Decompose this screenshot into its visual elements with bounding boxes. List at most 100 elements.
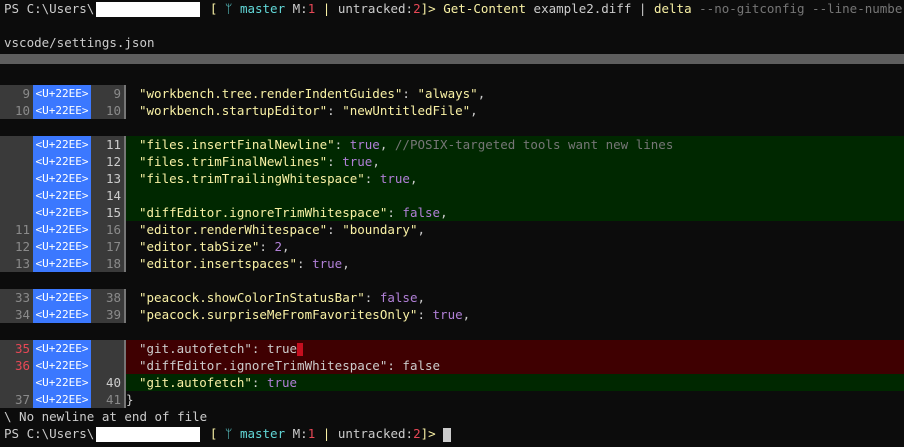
json-colon: : [327,222,343,237]
json-value: "newUntitledFile" [342,103,471,118]
json-value: true [266,375,298,390]
delta-flags: --no-gitconfig --line-numbers [699,1,904,16]
old-line-number: 37 [0,391,33,408]
code-text: "git.autofetch": true [139,340,904,357]
gutter-separator [124,136,126,153]
old-line-number: 10 [0,102,33,119]
modified-count: 1 [307,1,316,16]
diff-line-plus: <U+22EE> 14 [0,187,904,204]
diff-line-ctx: 34 <U+22EE> 39 "peacock.surpriseMeFromFavor… [0,306,904,323]
gutter-separator [124,204,126,221]
json-comment: //POSIX-targeted tools want new lines [394,137,674,152]
modified-label: M: [292,426,308,441]
old-line-number [0,170,33,187]
json-key: "editor.insertspaces" [139,256,298,271]
json-colon: : [327,154,343,169]
modified-count: 1 [307,426,316,441]
gutter-separator [124,374,126,391]
old-line-number [0,374,33,391]
json-key: "workbench.startupEditor" [139,103,328,118]
line-marker-tag: <U+22EE> [33,357,91,374]
json-tail: , [440,205,448,220]
line-marker-tag: <U+22EE> [33,153,91,170]
json-value: true [342,154,373,169]
new-line-number: 15 [91,204,124,221]
branch-close: ]> [420,426,436,441]
old-line-number: 35 [0,340,33,357]
json-key: "files.insertFinalNewline" [139,137,335,152]
line-marker-tag: <U+22EE> [33,204,91,221]
branch-open: [ [209,426,218,441]
code-text: "git.autofetch": true [139,374,904,391]
new-line-number: 16 [91,221,124,238]
gutter-separator [124,357,126,374]
json-tail: , [477,86,486,101]
code-text: "files.trimFinalNewlines": true, [139,153,904,170]
json-key: "git.autofetch" [139,341,252,356]
old-line-number [0,153,33,170]
old-line-number [0,204,33,221]
new-line-number: 13 [91,170,124,187]
json-key: "workbench.tree.renderIndentGuides" [139,86,403,101]
old-line-number [0,136,33,153]
json-value: true [432,307,463,322]
diff-body: 9 <U+22EE> 9 "workbench.tree.renderIndentGu… [0,68,904,408]
json-key: "editor.tabSize" [139,239,260,254]
code-text: "editor.tabSize": 2, [139,238,904,255]
text-cursor[interactable] [443,427,452,442]
diff-line-ctx: 12 <U+22EE> 17 "editor.tabSize": 2, [0,238,904,255]
line-marker-tag: <U+22EE> [33,391,91,408]
prompt-bottom[interactable]: PS C:\Users\ [ ᛘ master M:1 | untracked:… [0,425,904,442]
json-colon: : [387,205,403,220]
code-text: "diffEditor.ignoreTrimWhitespace": false [139,357,904,374]
diff-line-plus: <U+22EE> 11 "files.insertFinalNewline": tr… [0,136,904,153]
diff-line-ctx: 33 <U+22EE> 38 "peacock.showColorInStatusBa… [0,289,904,306]
diff-line-plus: <U+22EE> 40 "git.autofetch": true [0,374,904,391]
json-colon: : [364,290,380,305]
line-marker-tag: <U+22EE> [33,340,91,357]
json-tail: , [379,137,395,152]
json-key: "peacock.showColorInStatusBar" [139,290,365,305]
branch-icon: ᛘ [224,1,233,16]
new-line-number: 39 [91,306,124,323]
line-marker-tag: <U+22EE> [33,170,91,187]
new-line-number [91,357,124,374]
line-marker-tag: <U+22EE> [33,374,91,391]
old-line-number: 9 [0,85,33,102]
diff-line-ctx: 11 <U+22EE> 16 "editor.renderWhitespace": "… [0,221,904,238]
diff-line-minus: 36 <U+22EE> "diffEditor.ignoreTrimWhitespa… [0,357,904,374]
untracked-count: 2 [413,1,421,16]
json-colon: : [402,86,418,101]
terminal-window[interactable]: PS C:\Users\ [ ᛘ master M:1 | untracked:… [0,0,904,447]
branch-close: ]> [420,1,436,16]
json-colon: : [364,171,380,186]
ps-label: PS C:\Users\ [4,426,95,441]
code-text: "diffEditor.ignoreTrimWhitespace": false… [139,204,904,221]
diff-line-plus: <U+22EE> 15 "diffEditor.ignoreTrimWhitespa… [0,204,904,221]
json-tail: , [282,239,290,254]
old-line-number: 36 [0,357,33,374]
delta-command: delta [653,1,692,16]
gutter-separator [124,85,126,102]
code-text: "peacock.surpriseMeFromFavoritesOnly": t… [139,306,904,323]
gutter-separator [124,289,126,306]
branch-icon: ᛘ [224,426,233,441]
redacted-username [96,427,201,442]
line-marker-tag: <U+22EE> [33,136,91,153]
line-marker-tag: <U+22EE> [33,187,91,204]
new-line-number: 38 [91,289,124,306]
json-tail: , [470,103,478,118]
json-tail: , [372,154,380,169]
diff-line-ctx: 37 <U+22EE> 41} [0,391,904,408]
line-marker-tag: <U+22EE> [33,255,91,272]
line-marker-tag: <U+22EE> [33,102,91,119]
gutter-separator [124,238,126,255]
new-line-number: 12 [91,153,124,170]
code-text: "workbench.tree.renderIndentGuides": "al… [139,85,904,102]
line-marker-tag: <U+22EE> [33,238,91,255]
old-line-number: 33 [0,289,33,306]
json-value: false [379,290,418,305]
code-text: "editor.insertspaces": true, [139,255,904,272]
